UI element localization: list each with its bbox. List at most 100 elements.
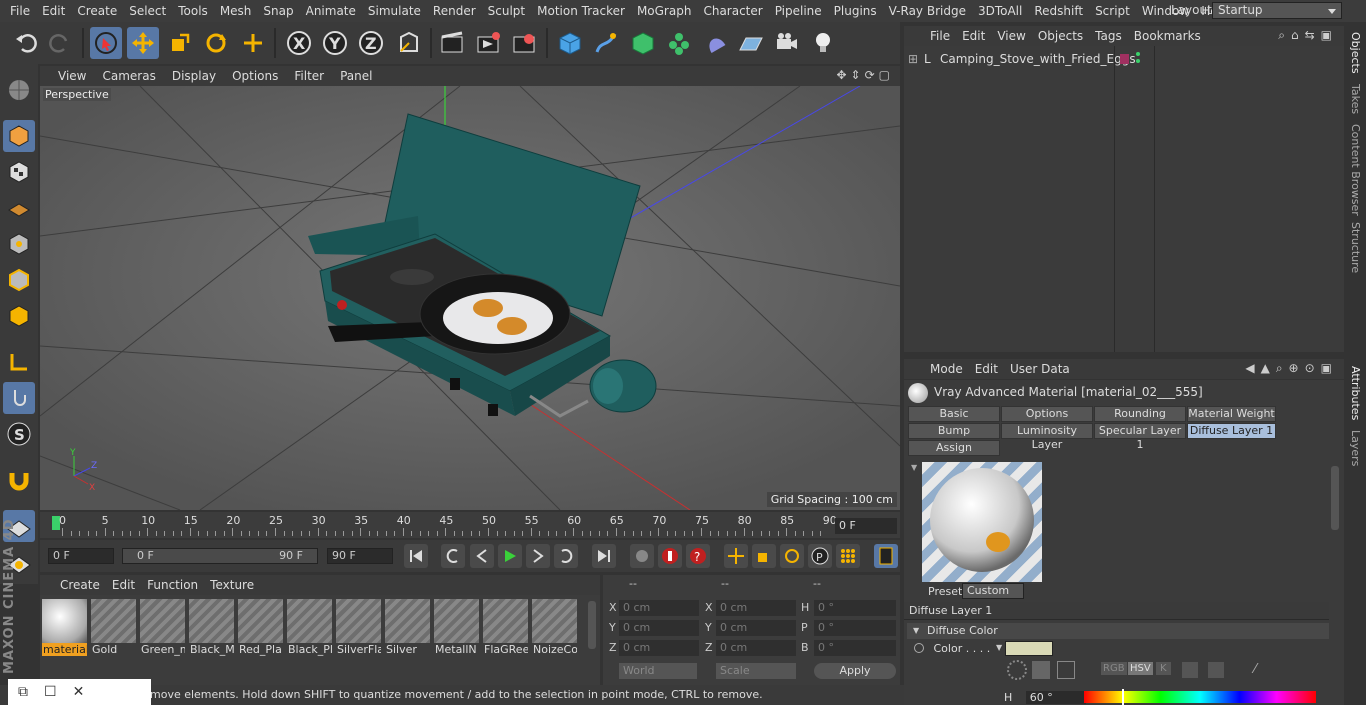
menu-pipeline[interactable]: Pipeline	[769, 4, 828, 18]
menu-select[interactable]: Select	[123, 4, 172, 18]
x-axis-lock-icon[interactable]: X	[283, 27, 315, 59]
material-preview[interactable]	[922, 462, 1042, 582]
hsv-mode-button[interactable]: HSV	[1128, 662, 1153, 675]
object-row-camping-stove[interactable]: ⊞ ᒪ Camping_Stove_with_Fried_Eggs	[904, 50, 1136, 68]
go-to-end-icon[interactable]	[592, 544, 616, 568]
material-swatch[interactable]: Black_Pl	[287, 599, 332, 656]
attr-menu-edit[interactable]: Edit	[969, 362, 1004, 376]
autokey-icon[interactable]	[658, 544, 682, 568]
key-parameter-icon[interactable]: P	[808, 544, 832, 568]
next-frame-icon[interactable]	[526, 544, 550, 568]
editor-visibility-dot[interactable]	[1136, 52, 1140, 56]
viewport-menu-cameras[interactable]: Cameras	[94, 69, 163, 83]
rotate-tool-icon[interactable]	[200, 27, 232, 59]
cube-primitive-icon[interactable]	[554, 27, 586, 59]
eyedropper-icon[interactable]: ⁄	[1254, 662, 1256, 677]
viewport-menu-view[interactable]: View	[50, 69, 94, 83]
object-menu-objects[interactable]: Objects	[1032, 29, 1089, 43]
color-dropdown-icon[interactable]: ▼	[996, 643, 1002, 652]
undo-icon[interactable]	[10, 27, 42, 59]
menu-mograph[interactable]: MoGraph	[631, 4, 698, 18]
object-menu-file[interactable]: File	[924, 29, 956, 43]
previous-key-icon[interactable]	[441, 544, 465, 568]
next-key-icon[interactable]	[554, 544, 578, 568]
pen-spline-icon[interactable]	[590, 27, 622, 59]
swatches-icon[interactable]	[1208, 662, 1224, 678]
position-z-field[interactable]: 0 cm	[619, 640, 699, 656]
material-swatch[interactable]: Black_M	[189, 599, 234, 656]
play-icon[interactable]	[498, 544, 522, 568]
rotation-h-field[interactable]: 0 °	[814, 600, 896, 616]
viewport-menu-options[interactable]: Options	[224, 69, 286, 83]
object-menu-bookmarks[interactable]: Bookmarks	[1128, 29, 1207, 43]
material-menu-function[interactable]: Function	[141, 578, 204, 592]
edges-mode-icon[interactable]	[3, 264, 35, 296]
tab-luminosity-layer[interactable]: Luminosity Layer	[1001, 423, 1093, 451]
menu-edit[interactable]: Edit	[36, 4, 71, 18]
color-picture-icon[interactable]	[1057, 661, 1075, 679]
axis-mode-icon[interactable]	[3, 346, 35, 378]
expand-icon[interactable]: ⊞	[908, 50, 918, 68]
menu-motion-tracker[interactable]: Motion Tracker	[531, 4, 631, 18]
rotation-p-field[interactable]: 0 °	[814, 620, 896, 636]
rotation-b-field[interactable]: 0 °	[814, 640, 896, 656]
coordinate-space-select[interactable]: World	[619, 663, 697, 679]
tab-bump[interactable]: Bump	[908, 423, 1000, 439]
size-y-field[interactable]: 0 cm	[716, 620, 796, 636]
light-icon[interactable]	[807, 27, 839, 59]
color-spectrum-icon[interactable]	[1032, 661, 1050, 679]
tab-specular-layer-1[interactable]: Specular Layer 1	[1094, 423, 1186, 451]
menu-character[interactable]: Character	[697, 4, 768, 18]
attribute-scrollbar[interactable]	[1331, 466, 1339, 530]
start-frame-field[interactable]: 0 F	[48, 548, 114, 564]
tab-takes[interactable]: Takes	[1349, 84, 1362, 114]
timeline-ruler[interactable]: 0 5 10 15 20 25 30 35 40 45 50 55 60 65 70 75 80 85 90 0 F	[40, 512, 900, 538]
menu-script[interactable]: Script	[1089, 4, 1136, 18]
hue-slider[interactable]	[1084, 689, 1316, 705]
deformer-icon[interactable]	[699, 27, 731, 59]
material-menu-edit[interactable]: Edit	[106, 578, 141, 592]
cloner-icon[interactable]	[663, 27, 695, 59]
tweak-mode-icon[interactable]	[3, 382, 35, 414]
viewport-menu-display[interactable]: Display	[164, 69, 224, 83]
polygons-mode-icon[interactable]	[3, 300, 35, 332]
go-to-start-icon[interactable]	[404, 544, 428, 568]
material-swatch[interactable]: Green_m	[140, 599, 185, 656]
tab-material-weight[interactable]: Material Weight	[1187, 406, 1276, 422]
size-x-field[interactable]: 0 cm	[716, 600, 796, 616]
material-swatch[interactable]: Red_Pla	[238, 599, 283, 656]
material-menu-create[interactable]: Create	[54, 578, 106, 592]
key-scale-icon[interactable]	[752, 544, 776, 568]
menu-simulate[interactable]: Simulate	[362, 4, 427, 18]
size-z-field[interactable]: 0 cm	[716, 640, 796, 656]
position-y-field[interactable]: 0 cm	[619, 620, 699, 636]
material-scrollbar[interactable]	[588, 601, 596, 649]
layout-select[interactable]: Startup	[1212, 2, 1342, 19]
menu-render[interactable]: Render	[427, 4, 482, 18]
menu-animate[interactable]: Animate	[300, 4, 362, 18]
keyframe-selection-icon[interactable]: ?	[686, 544, 710, 568]
material-swatch[interactable]: material	[42, 599, 87, 656]
material-swatch[interactable]: MetallN	[434, 599, 479, 656]
size-mode-select[interactable]: Scale	[716, 663, 796, 679]
z-axis-lock-icon[interactable]: Z	[355, 27, 387, 59]
render-visibility-dot[interactable]	[1136, 59, 1140, 63]
key-rotation-icon[interactable]	[780, 544, 804, 568]
material-swatch[interactable]: Gold	[91, 599, 136, 656]
object-toolbar-icons[interactable]: ⌕⌂⇆▣	[1278, 28, 1338, 43]
tab-diffuse-layer-1[interactable]: Diffuse Layer 1	[1187, 423, 1276, 439]
kelvin-mode-button[interactable]: K	[1156, 662, 1171, 675]
object-menu-tags[interactable]: Tags	[1089, 29, 1128, 43]
tab-rounding[interactable]: Rounding	[1094, 406, 1186, 422]
tab-options[interactable]: Options	[1001, 406, 1093, 422]
menu-tools[interactable]: Tools	[172, 4, 214, 18]
points-mode-icon[interactable]	[3, 228, 35, 260]
tab-objects[interactable]: Objects	[1349, 32, 1362, 74]
viewport-menu-filter[interactable]: Filter	[286, 69, 332, 83]
collapse-arrow-icon[interactable]: ▼	[911, 463, 917, 472]
close-icon[interactable]: ✕	[73, 684, 85, 700]
record-keys-icon[interactable]	[630, 544, 654, 568]
timeline-window-icon[interactable]	[874, 544, 898, 568]
redo-icon[interactable]	[44, 27, 76, 59]
viewport-menu-panel[interactable]: Panel	[332, 69, 380, 83]
